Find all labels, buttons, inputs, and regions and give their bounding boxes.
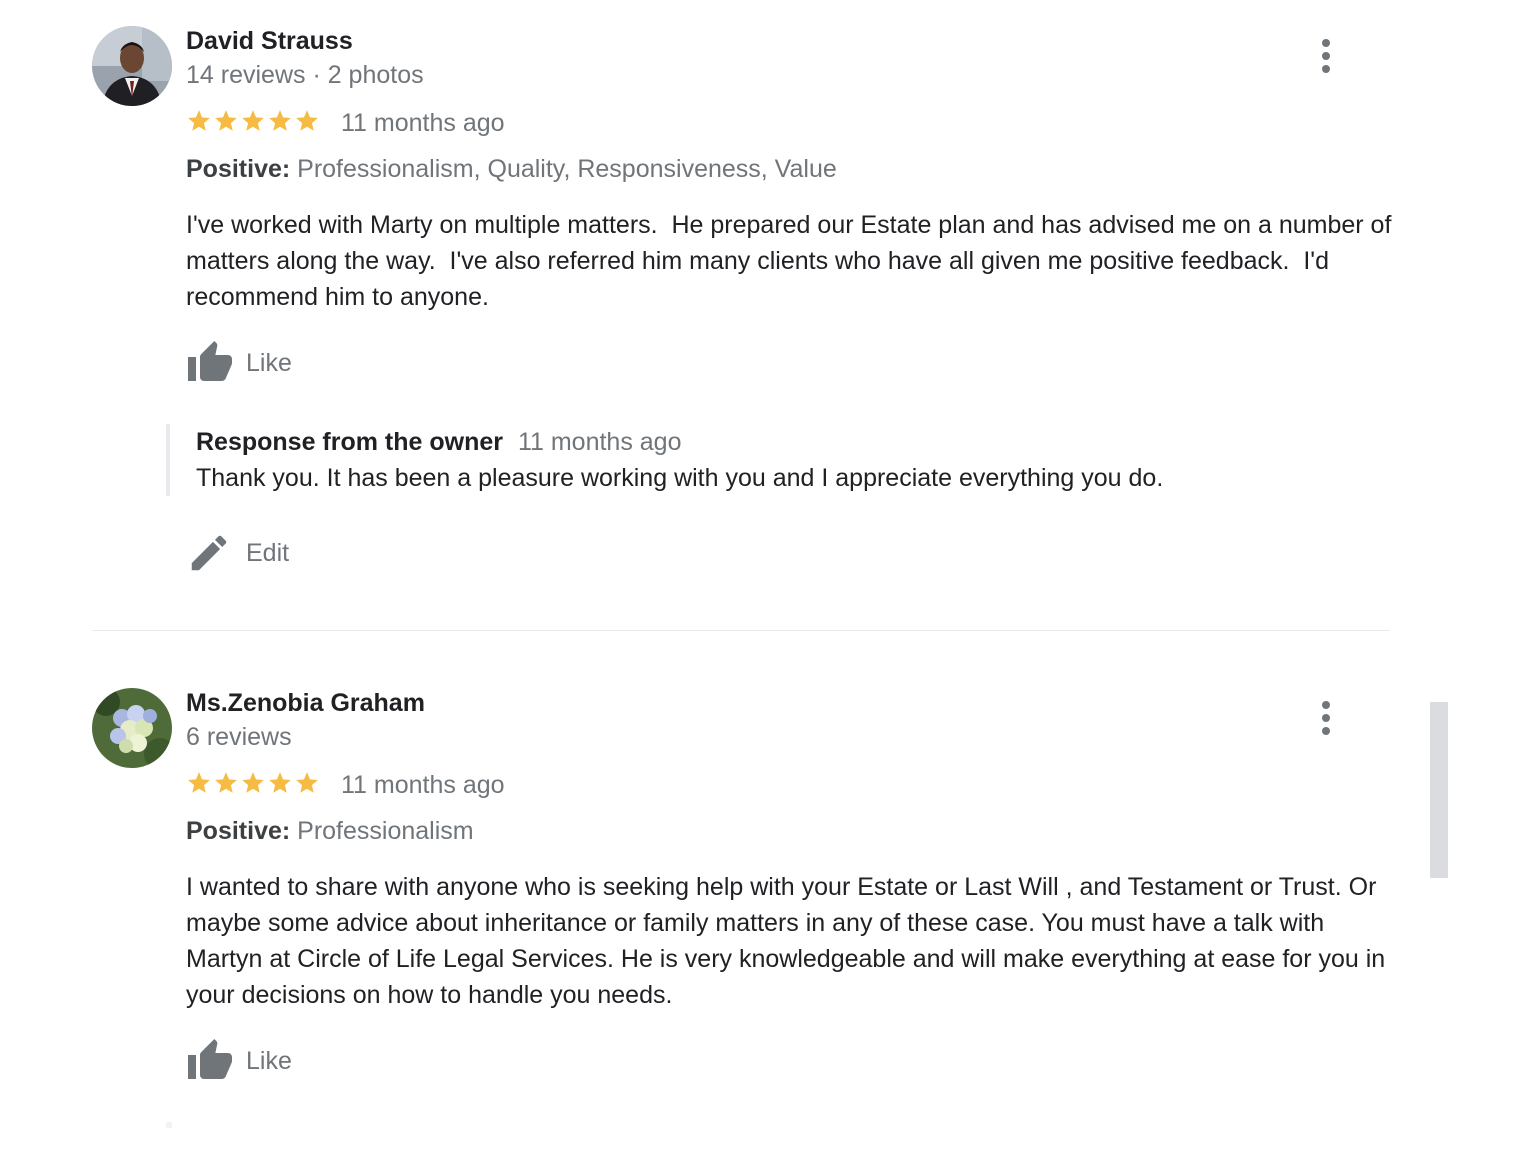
review-time: 11 months ago <box>341 771 505 799</box>
star-icon <box>215 772 237 793</box>
star-rating <box>186 108 320 134</box>
scrollbar-thumb[interactable] <box>1430 702 1448 878</box>
like-button[interactable]: Like <box>186 339 292 387</box>
pencil-icon <box>191 535 227 571</box>
review-text: I've worked with Marty on multiple matte… <box>186 211 1399 311</box>
positive-label: Positive: <box>186 817 291 845</box>
owner-response-header: Response from the owner 11 months ago <box>196 424 1396 460</box>
star-icon <box>269 772 291 793</box>
positive-values: Professionalism, Quality, Responsiveness… <box>297 155 837 183</box>
star-icon <box>269 110 291 131</box>
edit-response-button[interactable]: Edit <box>186 529 289 577</box>
owner-response-text: Thank you. It has been a pleasure workin… <box>196 464 1164 492</box>
like-button[interactable]: Like <box>186 1037 292 1085</box>
star-icon <box>188 110 210 131</box>
edit-label: Edit <box>246 538 290 567</box>
star-rating <box>186 770 320 796</box>
review-time: 11 months ago <box>341 109 505 137</box>
star-icon <box>242 110 264 131</box>
positive-attributes: Positive: Professionalism, Quality, Resp… <box>186 154 837 184</box>
positive-attributes: Positive: Professionalism <box>186 816 474 846</box>
star-icon <box>188 772 210 793</box>
review-divider <box>92 630 1390 631</box>
like-label: Like <box>246 1046 292 1075</box>
star-icon <box>215 110 237 131</box>
owner-response: Response from the owner 11 months ago Th… <box>166 424 1396 496</box>
reviewer-name[interactable]: David Strauss <box>186 26 353 56</box>
more-vert-icon <box>1322 39 1330 47</box>
star-icon <box>296 772 318 793</box>
star-icon <box>296 110 318 131</box>
owner-response-time: 11 months ago <box>517 428 682 456</box>
review-text: I wanted to share with anyone who is see… <box>186 873 1393 1009</box>
reviewer-avatar[interactable] <box>92 26 172 106</box>
reviewer-name[interactable]: Ms.Zenobia Graham <box>186 688 425 718</box>
owner-response-heading: Response from the owner <box>196 428 503 456</box>
next-review-edge <box>166 1122 172 1128</box>
thumb-up-icon <box>188 1039 232 1079</box>
reviewer-stats[interactable]: 14 reviews · 2 photos <box>186 60 424 90</box>
reviewer-stats[interactable]: 6 reviews <box>186 722 292 752</box>
star-icon <box>242 772 264 793</box>
more-options-button[interactable] <box>1306 693 1346 743</box>
more-options-button[interactable] <box>1306 31 1346 81</box>
positive-values: Professionalism <box>297 817 474 845</box>
more-vert-icon <box>1322 701 1330 709</box>
thumb-up-icon <box>188 341 232 381</box>
positive-label: Positive: <box>186 155 291 183</box>
like-label: Like <box>246 348 292 377</box>
reviewer-avatar[interactable] <box>92 688 172 768</box>
